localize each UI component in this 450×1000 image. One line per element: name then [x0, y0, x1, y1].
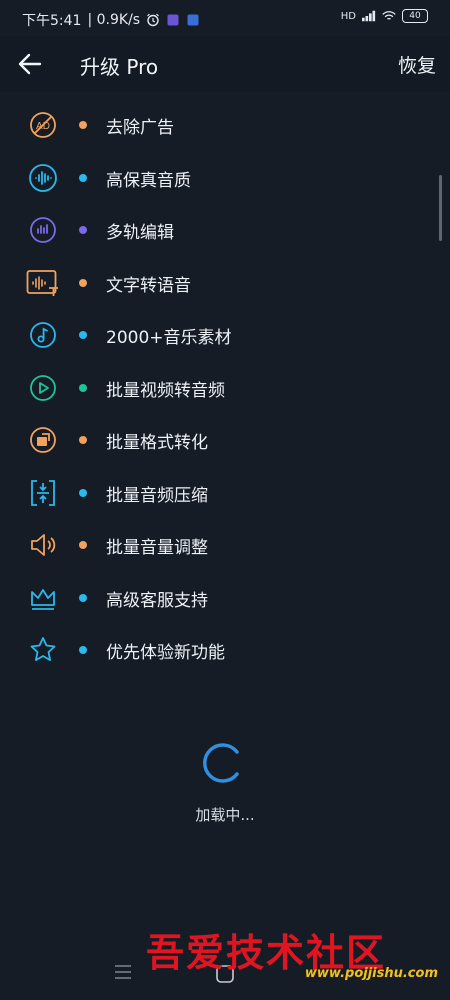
watermark: 吾爱技术社区 www.pojjishu.com — [146, 920, 446, 990]
feature-label: 批量视频转音频 — [106, 380, 225, 401]
app-notification-icon — [166, 13, 180, 27]
feature-label: 高级客服支持 — [106, 590, 208, 611]
feature-label: 优先体验新功能 — [106, 643, 225, 663]
feature-label: 批量音量调整 — [106, 538, 208, 558]
bullet-dot — [79, 331, 87, 339]
alarm-icon — [146, 13, 160, 27]
bullet-dot — [79, 278, 87, 287]
feature-label: 批量音频压缩 — [106, 485, 208, 506]
feature-item-format-convert: 批量格式转化 — [0, 413, 450, 466]
star-icon — [30, 637, 56, 661]
feature-item-volume-adjust: 批量音量调整 — [0, 518, 450, 571]
feature-item-multitrack: 多轨编辑 — [0, 203, 450, 256]
crown-icon — [31, 588, 55, 610]
wifi-icon — [382, 9, 396, 23]
feature-list: AD 去除广告 高保真音质 多轨编辑 文字转语音 2000+音乐素材 批量视频转… — [0, 98, 450, 676]
feature-label: 高保真音质 — [106, 170, 191, 191]
feature-item-audio-compress: 批量音频压缩 — [0, 466, 450, 519]
bullet-dot — [79, 436, 87, 444]
bullet-dot — [79, 383, 87, 392]
waveform-icon — [29, 163, 57, 192]
bullet-dot — [79, 646, 87, 654]
no-ads-icon: AD — [30, 112, 56, 138]
volume-icon — [31, 534, 56, 556]
status-right: HD 40 — [341, 9, 428, 23]
scrollbar[interactable] — [439, 175, 442, 241]
feature-label: 2000+音乐素材 — [106, 328, 232, 348]
music-note-icon — [30, 322, 56, 348]
multitrack-icon — [30, 217, 56, 243]
compress-icon — [31, 479, 55, 506]
status-network-speed: | 0.9K/s — [87, 12, 141, 28]
hd-label: HD — [340, 10, 356, 22]
restore-button[interactable]: 恢复 — [398, 51, 436, 78]
feature-item-music-library: 2000+音乐素材 — [0, 308, 450, 361]
calendar-notification-icon — [186, 13, 200, 27]
watermark-url: www.pojjishu.com — [304, 966, 438, 981]
feature-label: 多轨编辑 — [106, 223, 174, 243]
status-left: 下午5:41 | 0.9K/s — [22, 10, 200, 30]
svg-text:AD: AD — [36, 121, 50, 132]
bullet-dot — [79, 593, 87, 602]
bullet-dot — [79, 121, 87, 129]
battery-indicator: 40 — [402, 9, 428, 23]
loading-text: 加载中... — [195, 806, 255, 824]
feature-item-text-to-speech: 文字转语音 — [0, 256, 450, 309]
feature-item-remove-ads: AD 去除广告 — [0, 98, 450, 151]
bullet-dot — [79, 541, 87, 549]
status-time: 下午5:41 — [22, 13, 82, 29]
bullet-dot — [79, 226, 87, 234]
format-convert-icon — [30, 427, 56, 453]
loading-spinner-icon — [203, 743, 239, 783]
video-to-audio-icon — [30, 374, 56, 401]
signal-icon — [362, 9, 376, 23]
arrow-left-icon — [18, 53, 42, 75]
menu-icon[interactable] — [114, 964, 132, 980]
bullet-dot — [79, 488, 87, 497]
page-title: 升级 Pro — [80, 55, 159, 79]
feature-item-hifi-audio: 高保真音质 — [0, 151, 450, 204]
feature-label: 文字转语音 — [106, 275, 191, 296]
back-button[interactable] — [16, 50, 44, 78]
feature-label: 去除广告 — [106, 118, 174, 138]
feature-item-video-to-audio: 批量视频转音频 — [0, 361, 450, 414]
app-bar: 升级 Pro 恢复 — [0, 36, 450, 92]
feature-label: 批量格式转化 — [106, 433, 208, 453]
feature-item-premium-support: 高级客服支持 — [0, 571, 450, 624]
text-to-speech-icon — [26, 269, 58, 296]
feature-item-early-access: 优先体验新功能 — [0, 623, 450, 676]
bullet-dot — [79, 173, 87, 182]
status-bar: 下午5:41 | 0.9K/s HD 40 — [0, 0, 450, 36]
